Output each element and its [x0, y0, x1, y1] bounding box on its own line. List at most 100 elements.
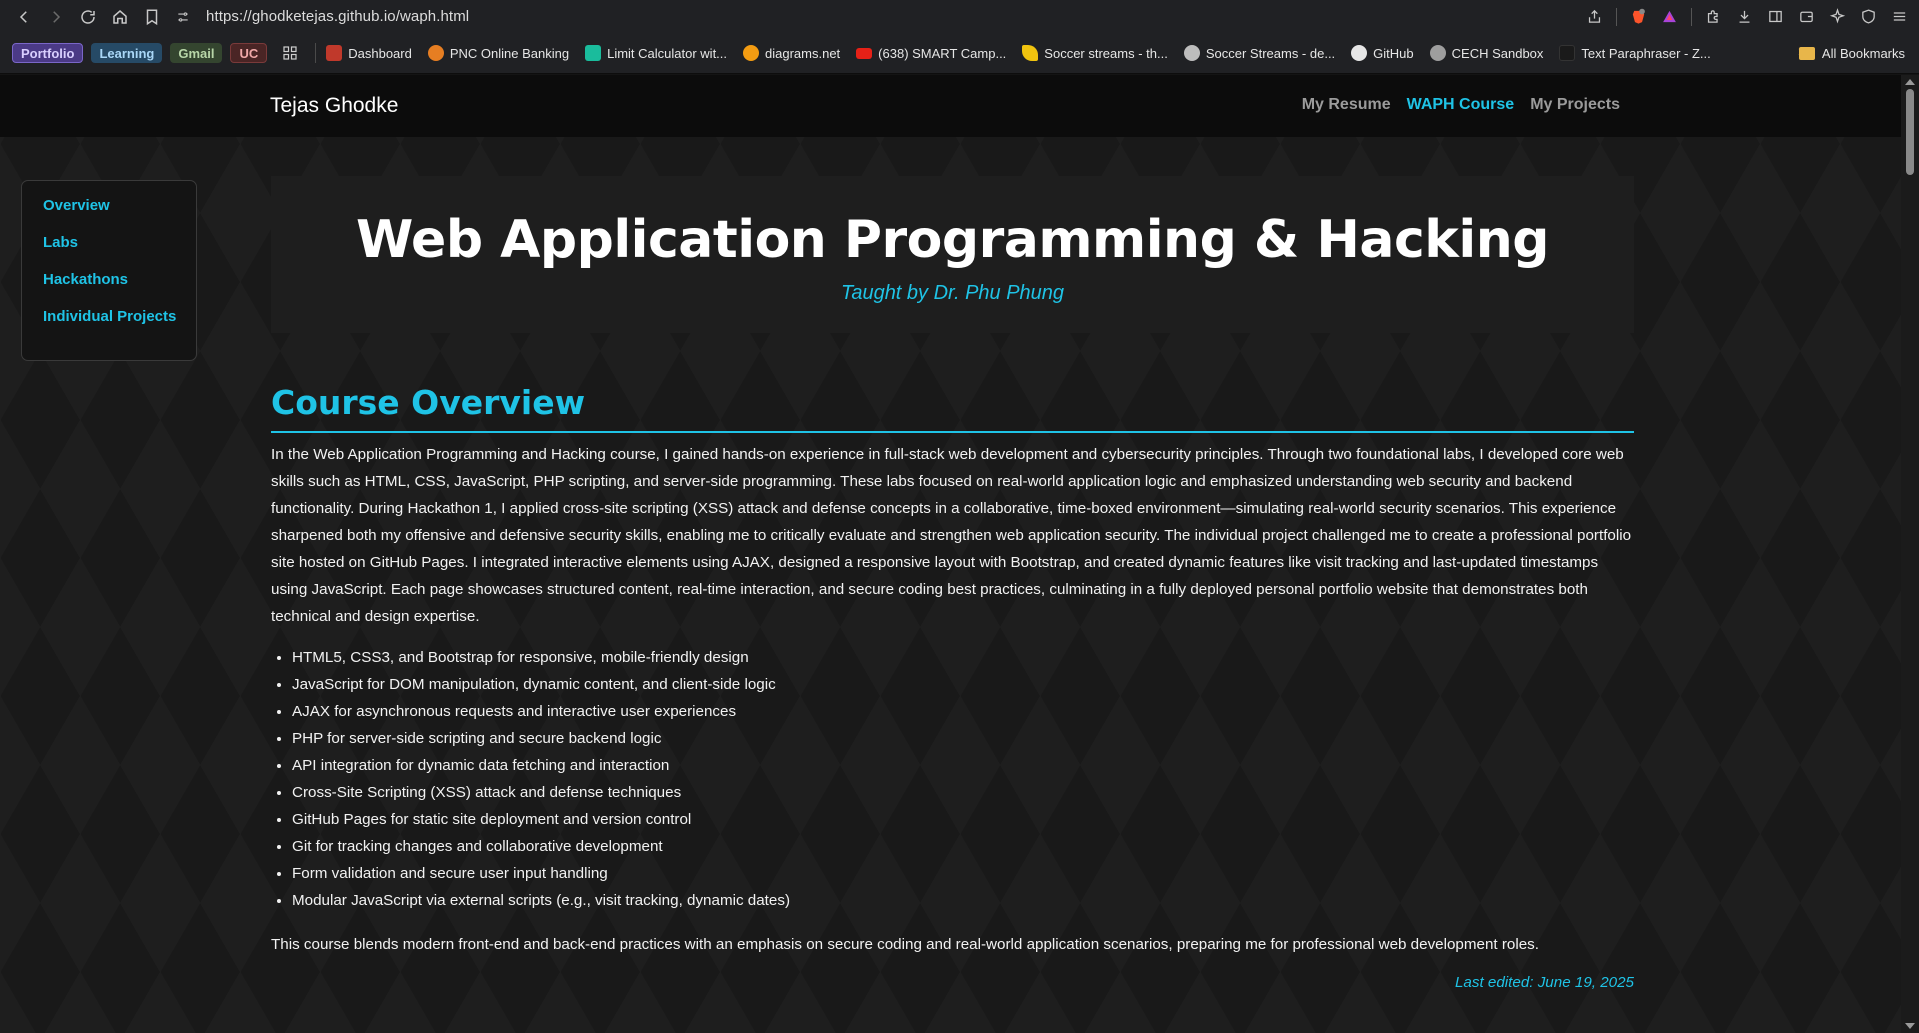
bookmark-icon	[146, 9, 158, 25]
list-item: Git for tracking changes and collaborati…	[292, 833, 1634, 860]
bookmark-smart-camp[interactable]: (638) SMART Camp...	[856, 46, 1006, 61]
skills-list: HTML5, CSS3, and Bootstrap for responsiv…	[271, 644, 1634, 914]
tab-group-uc[interactable]: UC	[230, 43, 268, 63]
rewards-triangle-icon	[1663, 10, 1676, 23]
section-heading: Course Overview	[271, 383, 1634, 433]
nav-link-projects[interactable]: My Projects	[1530, 96, 1620, 114]
site-brand[interactable]: Tejas Ghodke	[270, 94, 398, 118]
list-item: JavaScript for DOM manipulation, dynamic…	[292, 671, 1634, 698]
youtube-icon	[856, 47, 873, 59]
canvas-icon	[326, 45, 343, 61]
back-button[interactable]	[8, 0, 40, 33]
scroll-up-arrow-icon[interactable]	[1905, 79, 1915, 85]
hero-banner: Web Application Programming & Hacking Ta…	[271, 176, 1634, 333]
arrow-left-icon	[19, 10, 27, 23]
brave-shields-button[interactable]	[1623, 0, 1654, 33]
course-overview-section: Course Overview In the Web Application P…	[271, 383, 1634, 991]
bookmark-soccer-streams-1[interactable]: Soccer streams - th...	[1022, 45, 1168, 61]
vpn-button[interactable]	[1853, 0, 1884, 33]
browser-right-tools	[1579, 0, 1919, 33]
reload-icon	[81, 9, 95, 24]
address-bar[interactable]: https://ghodketejas.github.io/waph.html	[174, 4, 1614, 29]
puzzle-icon	[1707, 10, 1718, 23]
bookmark-github[interactable]: GitHub	[1351, 45, 1414, 61]
wallet-icon	[1800, 11, 1813, 23]
last-edited-date: Last edited: June 19, 2025	[1454, 974, 1634, 991]
downloads-button[interactable]	[1729, 0, 1760, 33]
tab-group-learning[interactable]: Learning	[91, 43, 163, 63]
arrow-right-icon	[53, 10, 61, 23]
download-icon	[1739, 10, 1750, 23]
checkmark-icon	[1022, 45, 1039, 61]
home-icon	[113, 9, 127, 24]
github-icon	[1351, 45, 1368, 61]
overview-paragraph: In the Web Application Programming and H…	[271, 446, 1632, 625]
brave-lion-icon	[1632, 8, 1645, 24]
bookmark-pnc[interactable]: PNC Online Banking	[427, 45, 569, 61]
site-navbar: Tejas Ghodke My Resume WAPH Course My Pr…	[0, 75, 1901, 137]
sidebar-toggle-button[interactable]	[1760, 0, 1791, 33]
page-title: Web Application Programming & Hacking	[356, 210, 1549, 270]
bookmarks-divider	[315, 43, 317, 63]
share-icon	[1588, 9, 1601, 23]
browser-toolbar: https://ghodketejas.github.io/waph.html	[0, 0, 1919, 33]
main-menu-button[interactable]	[1884, 0, 1915, 33]
closing-paragraph: This course blends modern front-end and …	[271, 936, 1540, 953]
apps-grid-icon[interactable]	[279, 42, 301, 64]
list-item: GitHub Pages for static site deployment …	[292, 806, 1634, 833]
sidebar-item-labs[interactable]: Labs	[43, 234, 196, 271]
reload-button[interactable]	[72, 0, 104, 33]
list-item: Form validation and secure user input ha…	[292, 860, 1634, 887]
forward-button[interactable]	[40, 0, 72, 33]
tab-group-portfolio[interactable]: Portfolio	[12, 43, 84, 63]
list-item: API integration for dynamic data fetchin…	[292, 752, 1634, 779]
all-bookmarks-button[interactable]: All Bookmarks	[1798, 33, 1905, 74]
home-button[interactable]	[104, 0, 136, 33]
sidebar-item-hackathons[interactable]: Hackathons	[43, 271, 196, 308]
paraphraser-icon	[1559, 45, 1576, 61]
bookmark-dashboard[interactable]: Dashboard	[326, 45, 412, 61]
bookmark-limit-calculator[interactable]: Limit Calculator wit...	[585, 45, 727, 61]
toolbar-divider	[1691, 7, 1692, 26]
bookmark-text-paraphraser[interactable]: Text Paraphraser - Z...	[1559, 45, 1711, 61]
list-item: Cross-Site Scripting (XSS) attack and de…	[292, 779, 1634, 806]
brave-rewards-button[interactable]	[1654, 0, 1685, 33]
sidebar-panel-icon	[1769, 10, 1782, 23]
web-page: Tejas Ghodke My Resume WAPH Course My Pr…	[0, 75, 1919, 1033]
sparkle-icon	[1829, 8, 1846, 24]
list-item: Modular JavaScript via external scripts …	[292, 887, 1634, 914]
toolbar-divider	[1616, 7, 1617, 26]
page-subtitle: Taught by Dr. Phu Phung	[840, 282, 1065, 304]
nav-link-waph-course[interactable]: WAPH Course	[1407, 96, 1515, 114]
page-sidebar: Overview Labs Hackathons Individual Proj…	[21, 180, 197, 361]
globe-icon	[1429, 45, 1446, 61]
nav-link-resume[interactable]: My Resume	[1302, 96, 1391, 114]
pnc-icon	[427, 45, 444, 61]
tab-group-gmail[interactable]: Gmail	[170, 43, 223, 63]
wallet-button[interactable]	[1791, 0, 1822, 33]
bookmark-cech-sandbox[interactable]: CECH Sandbox	[1429, 45, 1543, 61]
diagrams-icon	[743, 45, 760, 61]
shield-icon	[1862, 9, 1875, 24]
cube-icon	[585, 45, 602, 61]
folder-icon	[1798, 47, 1815, 60]
site-settings-icon[interactable]	[174, 8, 192, 26]
sidebar-item-individual-projects[interactable]: Individual Projects	[43, 308, 196, 345]
share-button[interactable]	[1579, 0, 1610, 33]
bookmark-soccer-streams-2[interactable]: Soccer Streams - de...	[1183, 45, 1335, 61]
extensions-button[interactable]	[1698, 0, 1729, 33]
sidebar-item-overview[interactable]: Overview	[43, 197, 196, 234]
bookmarks-bar: Portfolio Learning Gmail UC Dashboard PN…	[0, 33, 1919, 74]
url-text[interactable]: https://ghodketejas.github.io/waph.html	[206, 8, 469, 25]
page-scrollbar[interactable]	[1901, 75, 1919, 1033]
bookmark-diagrams[interactable]: diagrams.net	[743, 45, 840, 61]
list-item: AJAX for asynchronous requests and inter…	[292, 698, 1634, 725]
hamburger-menu-icon	[1893, 12, 1906, 21]
site-nav-links: My Resume WAPH Course My Projects	[1302, 96, 1620, 114]
list-item: HTML5, CSS3, and Bootstrap for responsiv…	[292, 644, 1634, 671]
leo-ai-button[interactable]	[1822, 0, 1853, 33]
scroll-down-arrow-icon[interactable]	[1905, 1023, 1915, 1029]
bookmark-button[interactable]	[136, 0, 168, 33]
soccer-ball-icon	[1183, 45, 1200, 61]
scrollbar-thumb[interactable]	[1906, 89, 1914, 175]
